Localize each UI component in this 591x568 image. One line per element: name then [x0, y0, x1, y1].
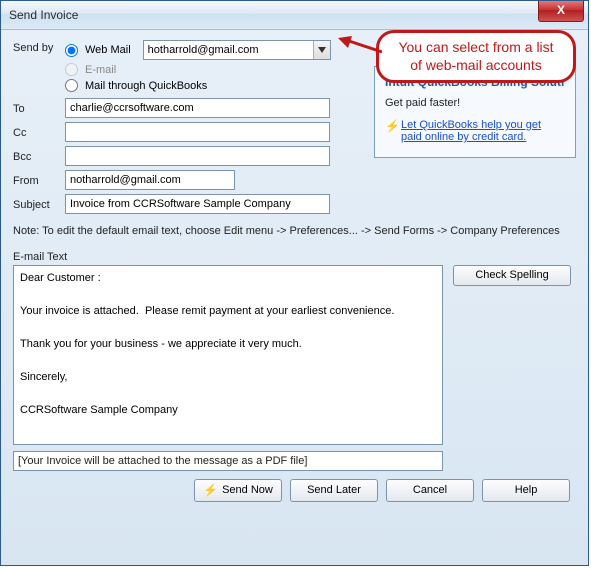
email-body-textarea[interactable] [13, 265, 443, 445]
to-field[interactable] [65, 98, 330, 118]
cc-field[interactable] [65, 122, 330, 142]
radio-email [65, 63, 78, 76]
close-button[interactable]: X [538, 1, 584, 22]
to-label: To [13, 101, 65, 115]
webmail-account-dropdown[interactable] [143, 40, 331, 60]
dropdown-toggle[interactable] [313, 41, 330, 59]
bcc-field[interactable] [65, 146, 330, 166]
send-later-button[interactable]: Send Later [290, 479, 378, 502]
side-panel-subheader: Get paid faster! [385, 97, 565, 109]
send-now-button[interactable]: ⚡ Send Now [194, 479, 282, 502]
email-text-label: E-mail Text [13, 251, 576, 263]
titlebar: Send Invoice X [1, 1, 588, 30]
callout-text: You can select from a list of web-mail a… [376, 30, 576, 83]
help-button[interactable]: Help [482, 479, 570, 502]
subject-field[interactable] [65, 194, 330, 214]
footer-buttons: ⚡ Send Now Send Later Cancel Help [13, 479, 576, 502]
chevron-down-icon [318, 47, 326, 53]
preferences-note: Note: To edit the default email text, ch… [13, 224, 576, 239]
webmail-account-input[interactable] [143, 40, 331, 60]
radio-quickbooks-mail-label: Mail through QuickBooks [85, 80, 207, 92]
radio-email-label: E-mail [85, 64, 116, 76]
send-invoice-dialog: Send Invoice X You can select from a lis… [0, 0, 589, 566]
cancel-button[interactable]: Cancel [386, 479, 474, 502]
window-title: Send Invoice [9, 8, 78, 22]
side-panel-link[interactable]: Let QuickBooks help you getpaid online b… [401, 119, 541, 143]
bolt-icon: ⚡ [385, 120, 395, 132]
radio-webmail[interactable] [65, 44, 78, 57]
radio-quickbooks-mail[interactable] [65, 79, 78, 92]
from-field[interactable] [65, 170, 235, 190]
callout-arrow-icon [338, 36, 382, 56]
bcc-label: Bcc [13, 149, 65, 163]
sendby-label: Send by [13, 40, 65, 54]
subject-label: Subject [13, 197, 65, 211]
cc-label: Cc [13, 125, 65, 139]
annotation-callout: You can select from a list of web-mail a… [376, 30, 576, 83]
check-spelling-button[interactable]: Check Spelling [453, 265, 571, 286]
dialog-body: You can select from a list of web-mail a… [1, 30, 588, 565]
attachment-note: [Your Invoice will be attached to the me… [13, 451, 443, 471]
close-icon: X [557, 3, 565, 17]
from-label: From [13, 173, 65, 187]
bolt-icon: ⚡ [203, 483, 218, 497]
radio-webmail-label: Web Mail [85, 44, 131, 56]
